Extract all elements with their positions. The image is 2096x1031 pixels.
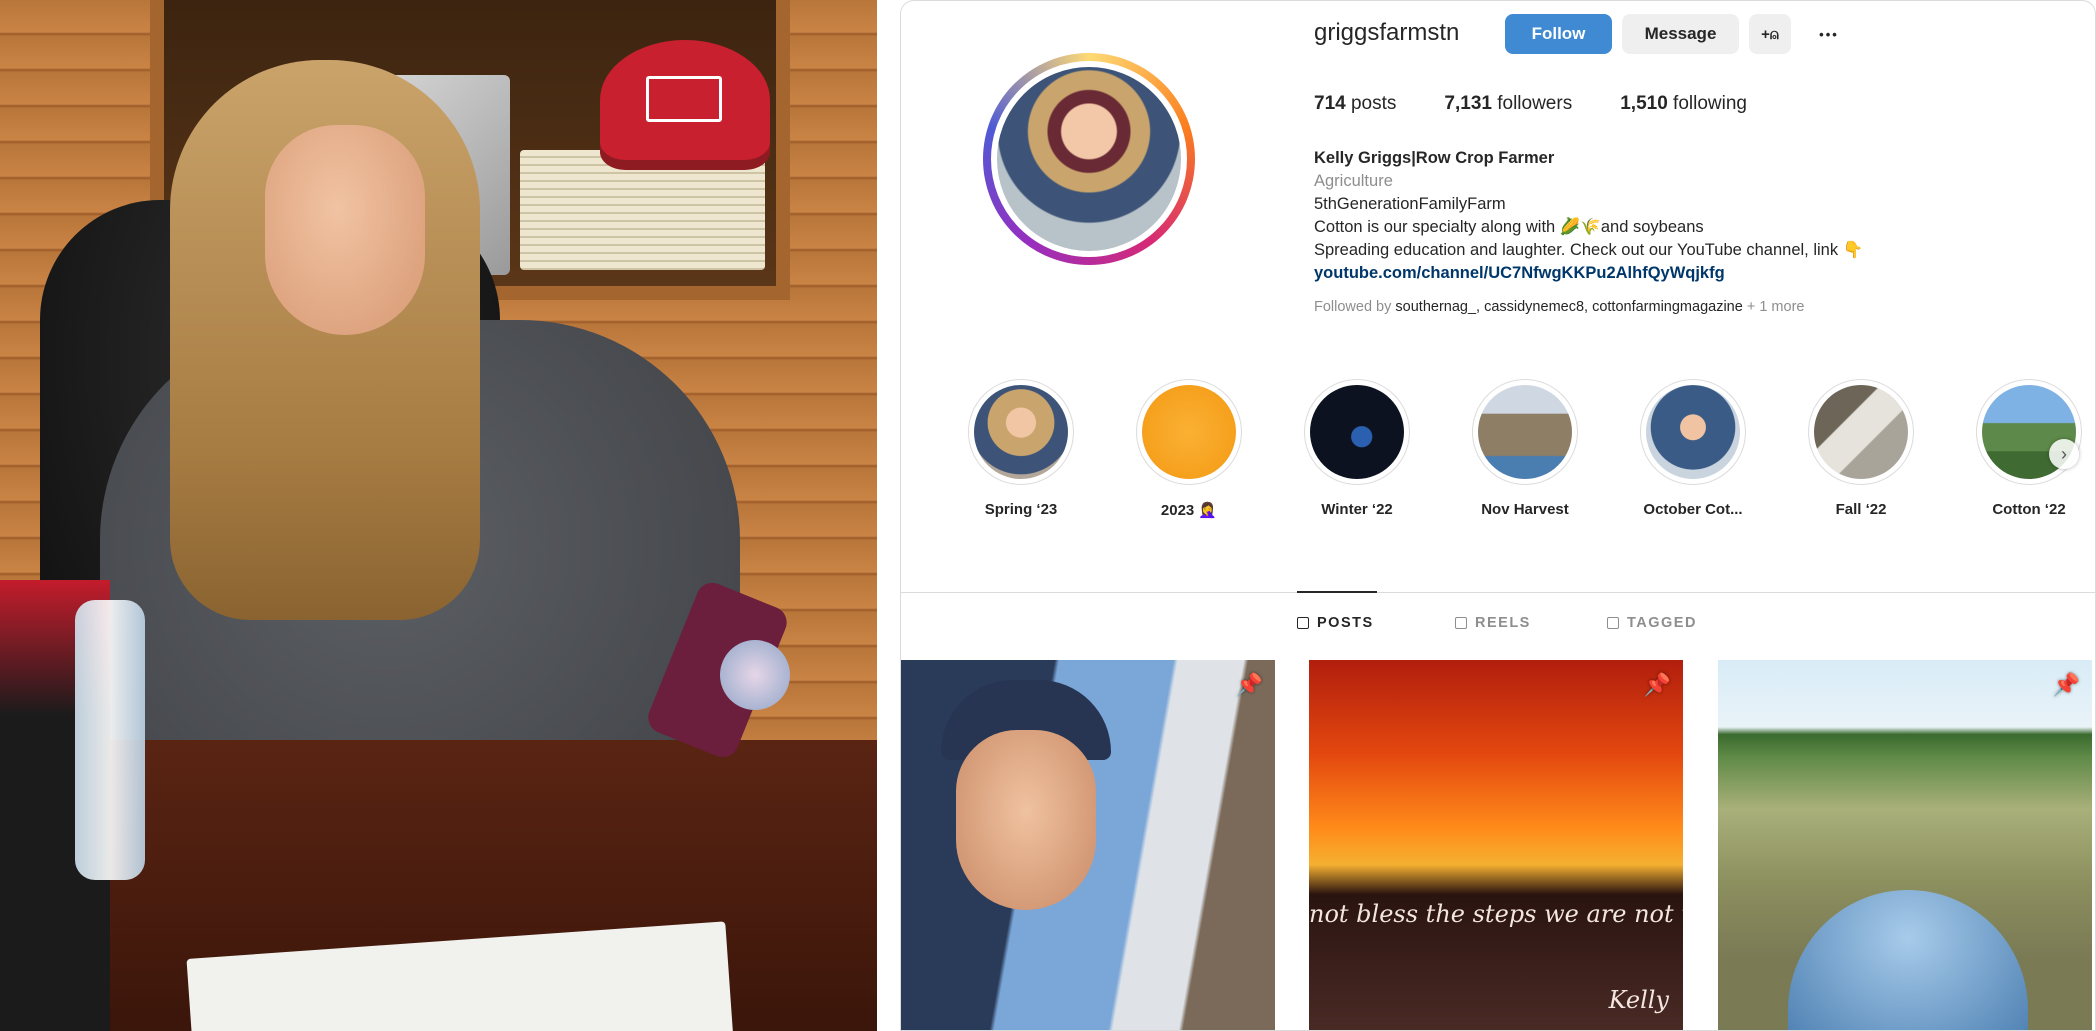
post-caption-overlay: not bless the steps we are not willing [1309,900,1683,928]
pin-icon: 📌 [1643,672,1671,697]
profile-stats: 714 posts 7,131 followers 1,510 followin… [1314,93,1795,115]
highlight-ring [1808,379,1914,485]
profile-display-name: Kelly Griggs|Row Crop Farmer [1314,149,1555,167]
active-tab-indicator [1297,591,1377,593]
profile-avatar-ring[interactable] [983,53,1195,265]
followers-label: followers [1497,93,1573,114]
highlight-ring [1976,379,2082,485]
posts-label: posts [1350,93,1397,114]
followed-by[interactable]: Followed by southernag_, cassidynemec8, … [1314,299,1804,315]
bio-line-2: Cotton is our specialty along with 🌽🌾and… [1314,218,1704,236]
posts-grid: 📌 not bless the steps we are not willing… [901,660,2095,1030]
posts-stat: 714 posts [1314,93,1396,115]
grid-icon [1297,617,1309,629]
person-face [265,125,425,335]
post-tile[interactable]: 📌 [901,660,1275,1030]
highlight-cover [1646,385,1740,479]
profile-username: griggsfarmstn [1314,19,1460,46]
add-user-icon: +⍝ [1761,25,1779,43]
highlight-cover [974,385,1068,479]
highlight-label: Nov Harvest [1481,501,1569,518]
post-signature: Kelly [1608,986,1669,1014]
bio-line-1: 5thGenerationFamilyFarm [1314,195,1506,213]
post-tile[interactable]: not bless the steps we are not willing K… [1309,660,1683,1030]
following-count: 1,510 [1620,93,1668,114]
phone-grip [720,640,790,710]
highlight-ring [1304,379,1410,485]
tagged-icon [1607,617,1619,629]
tab-reels[interactable]: REELS [1455,615,1531,631]
more-options-button[interactable]: ••• [1809,14,1849,54]
chevron-right-icon: › [2061,443,2067,464]
avatar[interactable] [991,61,1187,257]
red-cap [600,40,770,160]
highlight-item[interactable]: Spring ‘23 [961,379,1081,518]
reels-icon [1455,617,1467,629]
highlight-item[interactable]: Fall ‘22 [1801,379,1921,518]
following-stat[interactable]: 1,510 following [1620,93,1747,115]
highlight-item[interactable]: October Cot... [1633,379,1753,518]
follow-button[interactable]: Follow [1505,14,1612,54]
tab-posts[interactable]: POSTS [1297,615,1374,631]
highlight-label: October Cot... [1643,501,1743,518]
followed-by-users: southernag_, cassidynemec8, cottonfarmin… [1395,299,1743,315]
tabs-divider [901,592,2095,593]
water-bottle [75,600,145,880]
post-tile[interactable]: 📌 [1718,660,2092,1030]
paper-stack [520,150,765,270]
pin-icon: 📌 [2052,672,2080,697]
following-label: following [1673,93,1747,114]
more-icon: ••• [1819,26,1839,42]
highlights-next-button[interactable]: › [2049,439,2079,469]
profile-bio: Kelly Griggs|Row Crop Farmer Agriculture… [1314,147,1954,285]
story-highlights: Spring ‘23 2023 🤦‍♀️ Winter ‘22 Nov Harv… [961,379,2095,529]
highlight-label: Cotton ‘22 [1992,501,2066,518]
bio-link[interactable]: youtube.com/channel/UC7NfwgKKPu2AlhfQyWq… [1314,262,1954,285]
bio-line-3: Spreading education and laughter. Check … [1314,241,1864,259]
posts-count: 714 [1314,93,1346,114]
highlight-ring [1136,379,1242,485]
highlight-label: Spring ‘23 [984,501,1058,518]
profile-category: Agriculture [1314,172,1393,190]
followers-stat[interactable]: 7,131 followers [1444,93,1572,115]
pin-icon: 📌 [1235,672,1263,697]
highlight-label: Fall ‘22 [1835,501,1887,518]
instagram-profile: griggsfarmstn Follow Message +⍝ ••• 714 … [900,0,2096,1031]
tab-tagged[interactable]: TAGGED [1607,615,1697,631]
tab-posts-label: POSTS [1317,615,1374,631]
highlight-ring [968,379,1074,485]
post-image-tractor-hood [1788,890,2028,1030]
followed-by-prefix: Followed by [1314,299,1392,315]
highlight-label: 2023 🤦‍♀️ [1160,502,1218,519]
highlight-item[interactable]: 2023 🤦‍♀️ [1129,379,1249,519]
add-user-button[interactable]: +⍝ [1749,14,1791,54]
message-button[interactable]: Message [1622,14,1739,54]
highlight-item[interactable]: Winter ‘22 [1297,379,1417,518]
highlight-cover [1142,385,1236,479]
office-photo [0,0,877,1031]
highlight-cover [1478,385,1572,479]
followed-by-more: + 1 more [1746,299,1805,315]
highlight-cover [1310,385,1404,479]
tab-tagged-label: TAGGED [1627,615,1697,631]
highlight-ring [1640,379,1746,485]
highlight-label: Winter ‘22 [1321,501,1393,518]
followers-count: 7,131 [1444,93,1492,114]
highlight-ring [1472,379,1578,485]
tab-reels-label: REELS [1475,615,1531,631]
highlight-cover [1814,385,1908,479]
post-image-face [956,730,1096,910]
highlight-item[interactable]: Nov Harvest [1465,379,1585,518]
